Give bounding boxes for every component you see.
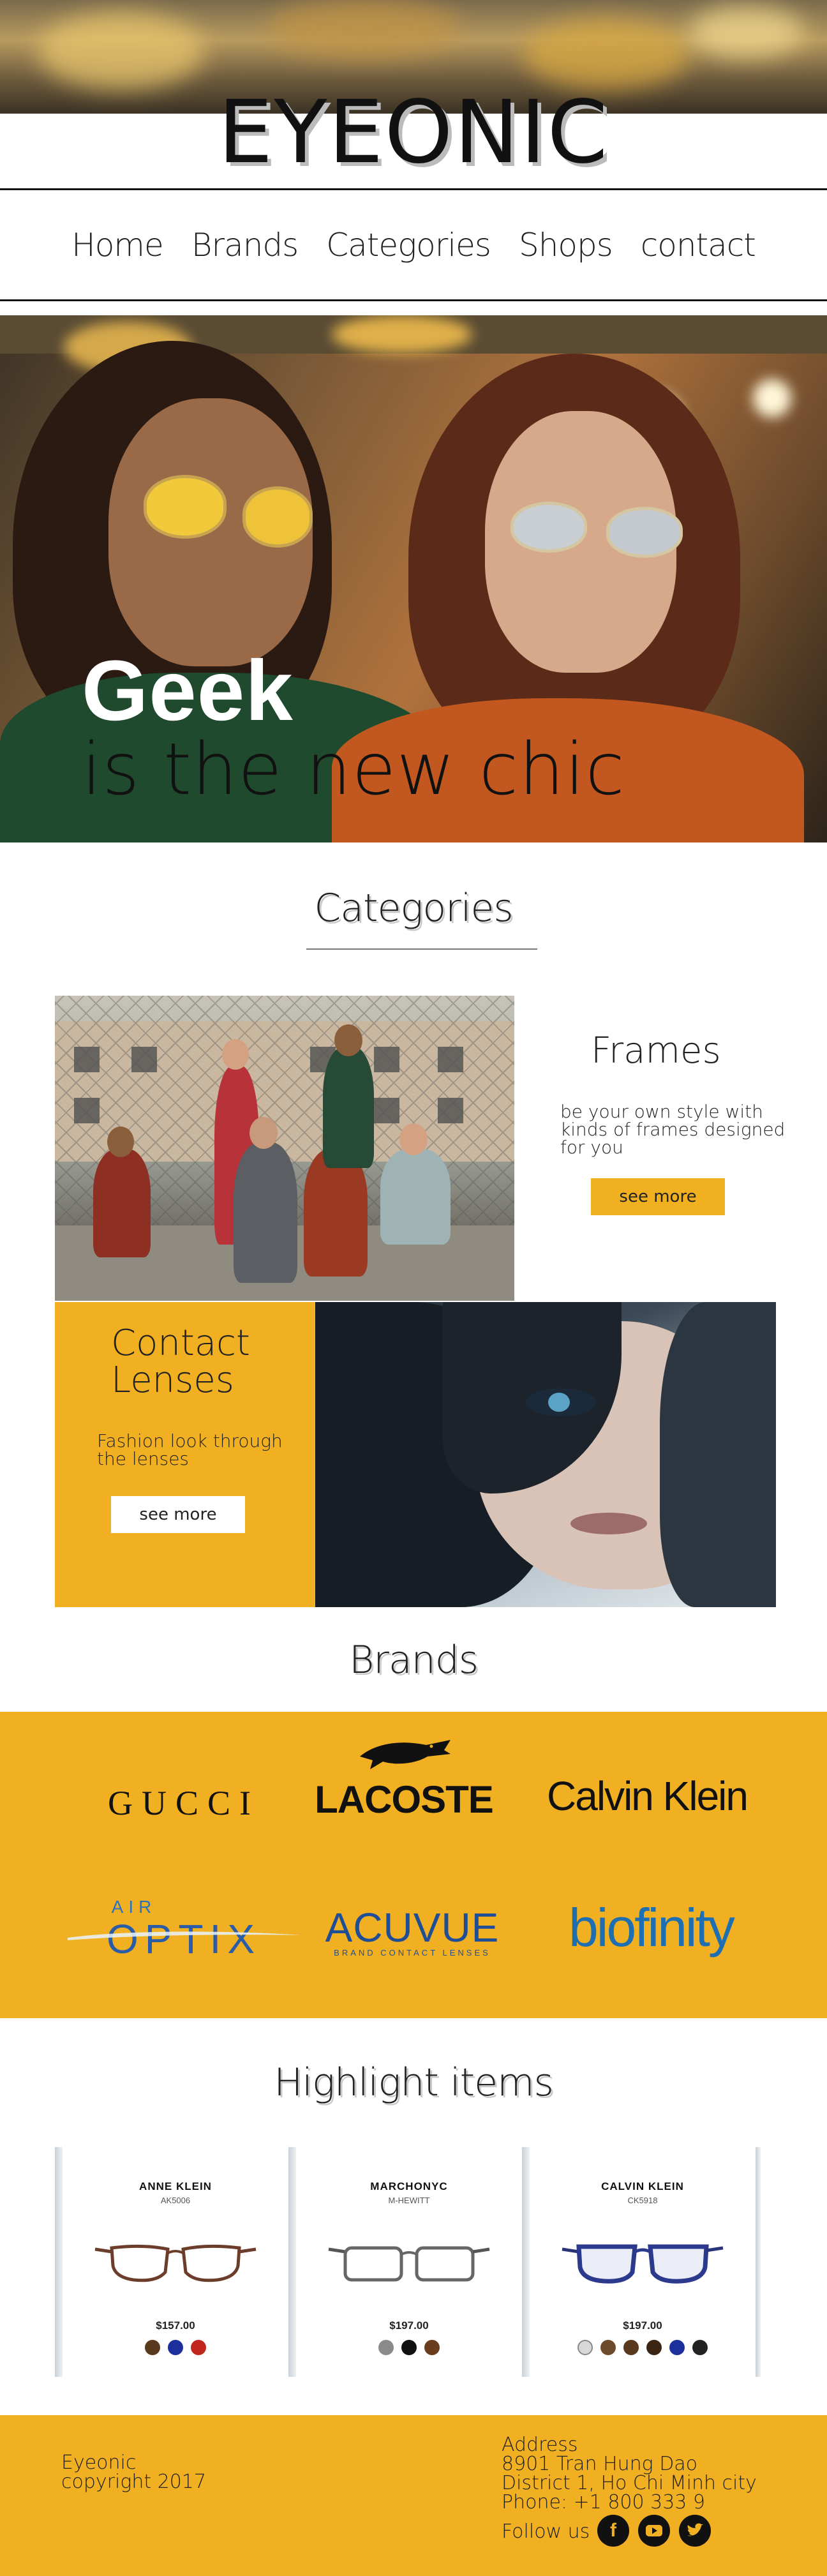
- youtube-icon[interactable]: [638, 2515, 670, 2547]
- product-model: CK5918: [627, 2196, 658, 2205]
- color-swatch[interactable]: [145, 2340, 160, 2355]
- contact-lenses-see-more-button[interactable]: see more: [111, 1496, 245, 1533]
- color-swatches: [530, 2340, 756, 2355]
- card-divider: [756, 2147, 761, 2377]
- color-swatch[interactable]: [401, 2340, 417, 2355]
- acuvue-tagline: BRAND CONTACT LENSES: [334, 1948, 491, 1958]
- product-card[interactable]: ANNE KLEIN AK5006 $157.00: [63, 2147, 288, 2377]
- color-swatches: [296, 2340, 522, 2355]
- product-model: M-HEWITT: [388, 2196, 430, 2205]
- contact-lenses-title: Contact Lenses: [111, 1325, 302, 1399]
- highlight-items-heading: Highlight items: [274, 2060, 554, 2105]
- product-card[interactable]: CALVIN KLEIN CK5918 $197.00: [530, 2147, 756, 2377]
- frames-title: Frames: [591, 1030, 721, 1072]
- card-divider: [522, 2147, 530, 2377]
- lacoste-crocodile-icon: [357, 1731, 453, 1772]
- categories-heading: Categories: [314, 886, 513, 931]
- brands-heading: Brands: [348, 1638, 479, 1682]
- brand-logo-air-optix-top: AIR: [111, 1897, 157, 1917]
- product-price: $197.00: [623, 2319, 662, 2332]
- color-swatches: [63, 2340, 288, 2355]
- nav-categories[interactable]: Categories: [320, 227, 497, 264]
- frames-description: be your own style with kinds of frames d…: [560, 1101, 786, 1158]
- color-swatch[interactable]: [424, 2340, 440, 2355]
- footer-address-line1: 8901 Tran Hung Dao: [502, 2453, 698, 2475]
- color-swatch[interactable]: [191, 2340, 206, 2355]
- product-card[interactable]: MARCHONYC M-HEWITT $197.00: [296, 2147, 522, 2377]
- product-price: $197.00: [389, 2319, 429, 2332]
- color-swatch[interactable]: [669, 2340, 685, 2355]
- color-swatch[interactable]: [378, 2340, 394, 2355]
- contact-lenses-image[interactable]: [315, 1302, 776, 1607]
- product-brand: ANNE KLEIN: [139, 2180, 212, 2192]
- footer-address-line2: District 1, Ho Chi Minh city: [502, 2472, 757, 2494]
- color-swatch[interactable]: [600, 2340, 616, 2355]
- air-optix-swoosh-icon: [66, 1929, 302, 1942]
- footer-company: Eyeonic: [61, 2452, 137, 2474]
- product-brand: CALVIN KLEIN: [601, 2180, 684, 2192]
- frames-category-image[interactable]: [55, 996, 514, 1301]
- hero-title: Geek: [82, 643, 294, 738]
- nav-brands[interactable]: Brands: [185, 227, 304, 264]
- product-model: AK5006: [160, 2196, 191, 2205]
- categories-underline: [306, 948, 537, 950]
- contact-lenses-title-line1: Contact: [111, 1322, 250, 1364]
- product-brand: MARCHONYC: [370, 2180, 448, 2192]
- brand-logo-lacoste[interactable]: LACOSTE: [313, 1781, 495, 1819]
- facebook-icon[interactable]: f: [597, 2515, 629, 2547]
- frames-see-more-button[interactable]: see more: [591, 1178, 725, 1215]
- hero-subtitle: is the new chic: [82, 728, 625, 811]
- brand-logo-calvin-klein[interactable]: Calvin Klein: [527, 1776, 767, 1816]
- footer-copyright: copyright 2017: [61, 2471, 206, 2493]
- product-glasses-image: [93, 2235, 258, 2293]
- twitter-icon[interactable]: [679, 2515, 711, 2547]
- footer-follow-label: Follow us: [502, 2520, 590, 2543]
- contact-lenses-description: Fashion look through the lenses: [97, 1430, 283, 1469]
- main-navigation: Home Brands Categories Shops contact: [0, 190, 827, 301]
- nav-shops[interactable]: Shops: [512, 227, 619, 264]
- brand-logo-acuvue[interactable]: ACUVUE: [317, 1907, 508, 1948]
- site-logo[interactable]: EYEONIC: [0, 89, 827, 176]
- contact-lenses-title-line2: Lenses: [111, 1359, 234, 1401]
- footer-address-label: Address: [502, 2434, 578, 2456]
- card-divider: [55, 2147, 63, 2377]
- nav-contact[interactable]: contact: [634, 227, 762, 264]
- card-divider: [288, 2147, 296, 2377]
- color-swatch[interactable]: [577, 2340, 593, 2355]
- color-swatch[interactable]: [168, 2340, 183, 2355]
- brand-logo-biofinity[interactable]: biofinity: [542, 1901, 759, 1954]
- footer-phone: Phone: +1 800 333 9: [502, 2491, 706, 2513]
- product-glasses-image: [326, 2235, 492, 2293]
- color-swatch[interactable]: [646, 2340, 662, 2355]
- color-swatch[interactable]: [623, 2340, 639, 2355]
- brand-logo-gucci[interactable]: GUCCI: [93, 1786, 274, 1820]
- product-price: $157.00: [156, 2319, 195, 2332]
- color-swatch[interactable]: [692, 2340, 708, 2355]
- product-glasses-image: [560, 2235, 726, 2293]
- nav-home[interactable]: Home: [65, 227, 170, 264]
